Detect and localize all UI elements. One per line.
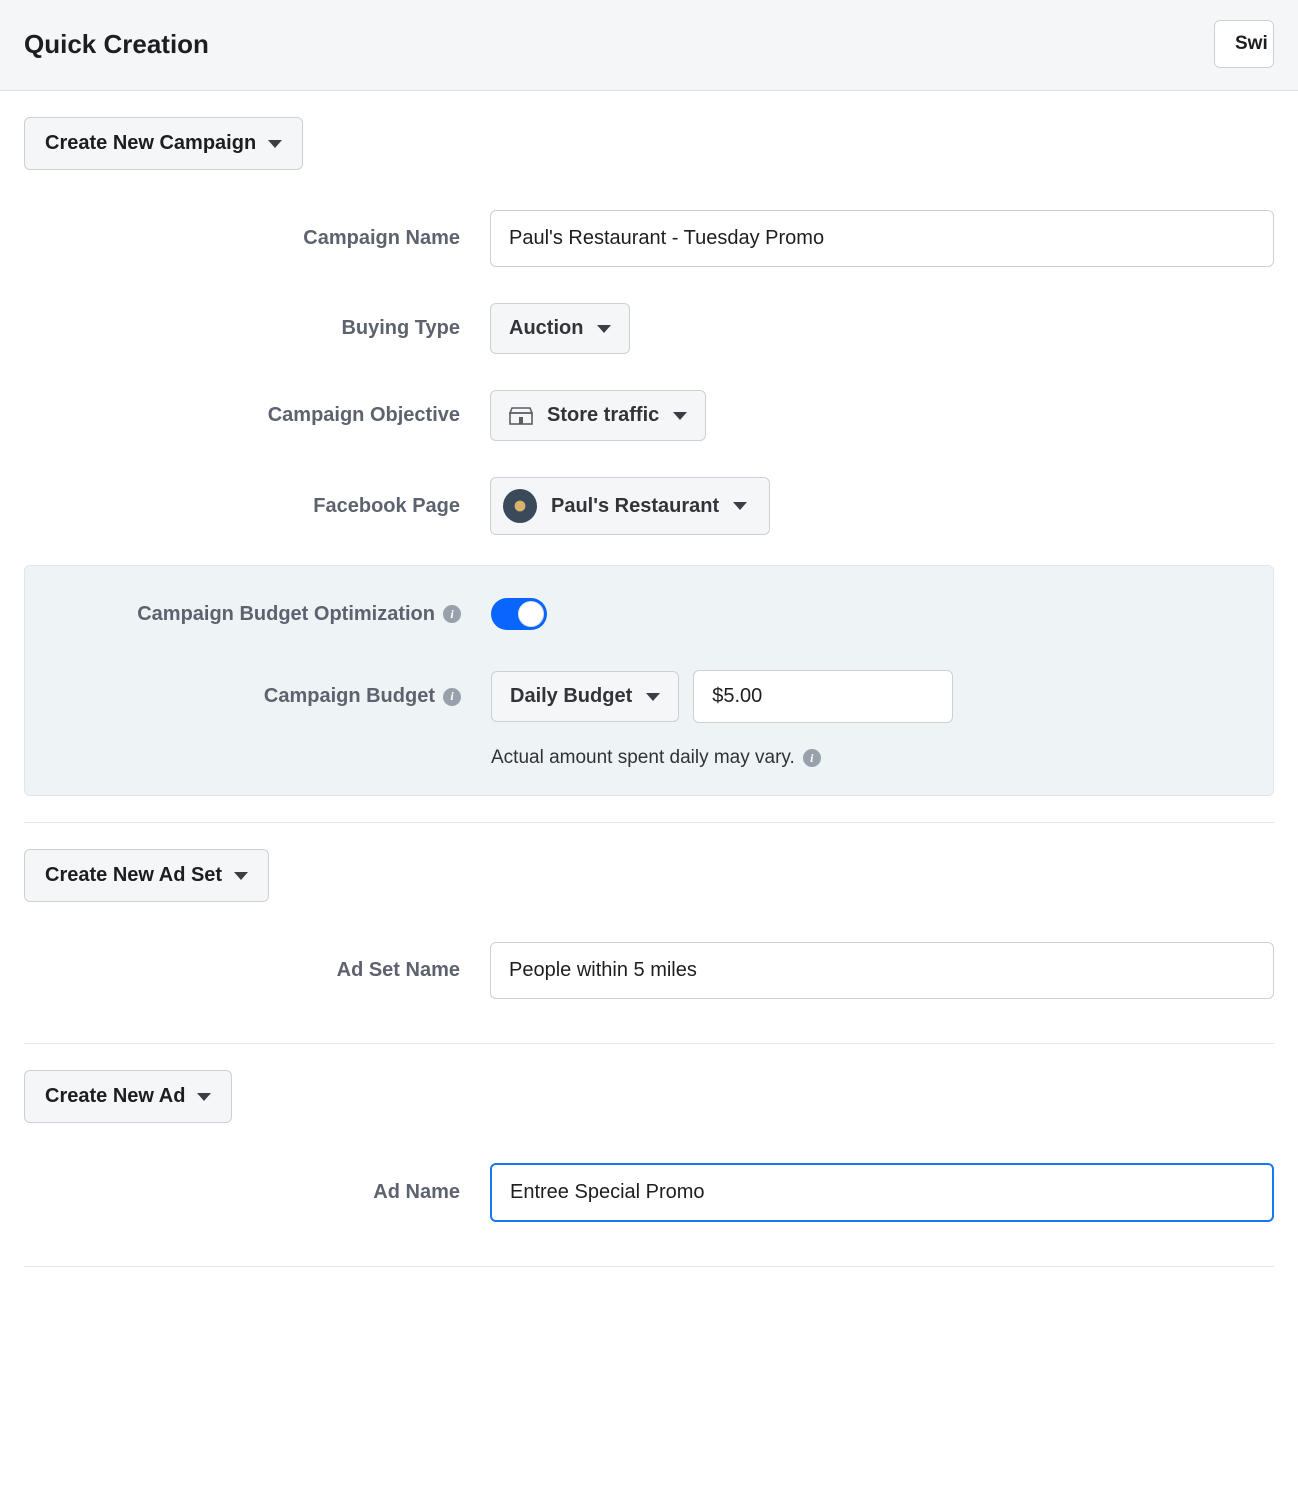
campaign-objective-value: Store traffic (547, 404, 659, 427)
buying-type-label: Buying Type (24, 317, 490, 340)
create-new-campaign-button[interactable]: Create New Campaign (24, 117, 303, 170)
info-icon[interactable]: i (803, 749, 821, 767)
chevron-down-icon (268, 140, 282, 148)
section-divider (24, 1266, 1274, 1267)
budget-type-value: Daily Budget (510, 685, 632, 708)
chevron-down-icon (234, 872, 248, 880)
create-new-adset-label: Create New Ad Set (45, 864, 222, 887)
create-new-adset-button[interactable]: Create New Ad Set (24, 849, 269, 902)
switch-button[interactable]: Swi (1214, 20, 1274, 68)
create-new-ad-label: Create New Ad (45, 1085, 185, 1108)
info-icon[interactable]: i (443, 605, 461, 623)
create-new-ad-button[interactable]: Create New Ad (24, 1070, 232, 1123)
store-icon (509, 407, 533, 425)
facebook-page-select[interactable]: Paul's Restaurant (490, 477, 770, 535)
create-new-campaign-label: Create New Campaign (45, 132, 256, 155)
page-avatar-icon (503, 489, 537, 523)
budget-type-select[interactable]: Daily Budget (491, 671, 679, 722)
chevron-down-icon (597, 325, 611, 333)
facebook-page-value: Paul's Restaurant (551, 495, 719, 518)
campaign-objective-label: Campaign Objective (24, 404, 490, 427)
ad-name-input[interactable] (490, 1163, 1274, 1222)
buying-type-value: Auction (509, 317, 583, 340)
budget-note-text: Actual amount spent daily may vary. (491, 747, 795, 769)
chevron-down-icon (197, 1093, 211, 1101)
budget-optimization-toggle[interactable] (491, 598, 547, 630)
chevron-down-icon (673, 412, 687, 420)
chevron-down-icon (646, 693, 660, 701)
budget-optimization-label: Campaign Budget Optimization (137, 603, 435, 626)
info-icon[interactable]: i (443, 688, 461, 706)
page-title: Quick Creation (24, 29, 209, 60)
campaign-name-label: Campaign Name (24, 227, 490, 250)
budget-panel: Campaign Budget Optimization i Campaign … (24, 565, 1274, 796)
buying-type-select[interactable]: Auction (490, 303, 630, 354)
budget-amount-input[interactable] (693, 670, 953, 723)
campaign-name-input[interactable] (490, 210, 1274, 267)
campaign-budget-label: Campaign Budget (264, 685, 435, 708)
campaign-objective-select[interactable]: Store traffic (490, 390, 706, 441)
adset-name-input[interactable] (490, 942, 1274, 999)
adset-name-label: Ad Set Name (24, 959, 490, 982)
page-header: Quick Creation Swi (0, 0, 1298, 91)
facebook-page-label: Facebook Page (24, 495, 490, 518)
chevron-down-icon (733, 502, 747, 510)
ad-name-label: Ad Name (24, 1181, 490, 1204)
toggle-knob (518, 601, 544, 627)
